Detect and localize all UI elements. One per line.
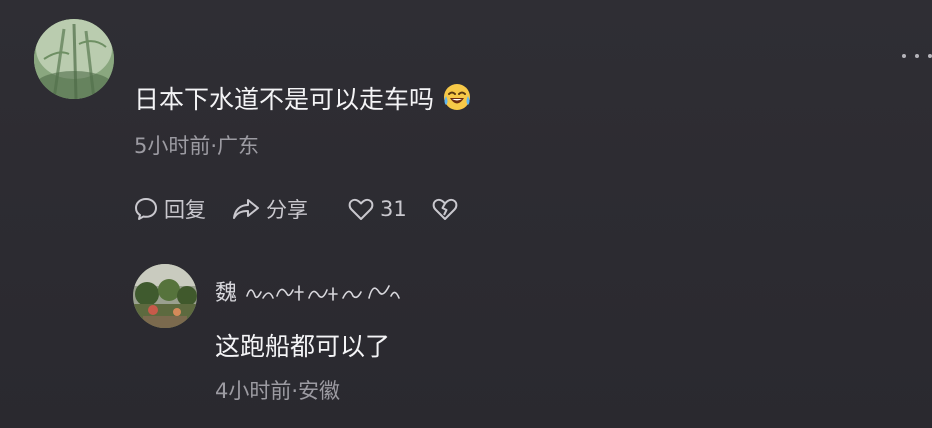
replier-avatar[interactable]: [133, 264, 197, 328]
broken-heart-icon: [432, 198, 458, 220]
reply-body: 这跑船都可以了: [215, 332, 391, 361]
dot: [902, 54, 906, 58]
comment-text: 日本下水道不是可以走车吗: [134, 85, 435, 114]
like-button[interactable]: 31: [347, 196, 431, 222]
dot: [928, 54, 932, 58]
garden-avatar-image: [133, 264, 197, 328]
share-label: 分享: [266, 198, 308, 222]
reply-username-text: 魏: [215, 281, 238, 306]
comment-actions: 回复 分享 31: [133, 192, 459, 226]
share-arrow-icon: [233, 199, 259, 219]
comment-body: 日本下水道不是可以走车吗: [134, 82, 472, 117]
like-count: 31: [380, 197, 407, 221]
comment-bubble-icon: [135, 198, 157, 220]
bamboo-avatar-image: [34, 19, 114, 99]
reply-username[interactable]: 魏: [215, 274, 403, 308]
reply-label: 回复: [164, 198, 206, 222]
dot: [915, 54, 919, 58]
share-button[interactable]: 分享: [231, 194, 347, 224]
comment-screen: 日本下水道不是可以走车吗 5小时前·广东 回复 分享 31 魏 这跑船都可以了 …: [0, 0, 932, 428]
comment-meta: 5小时前·广东: [134, 134, 260, 158]
more-options-icon[interactable]: [902, 50, 932, 62]
reply-meta: 4小时前·安徽: [215, 379, 341, 403]
laughing-tears-emoji-icon: [444, 84, 471, 110]
commenter-avatar[interactable]: [34, 19, 114, 99]
decorative-username-glyphs-icon: [246, 285, 400, 301]
heart-icon: [348, 198, 374, 220]
reply-button[interactable]: 回复: [133, 194, 231, 224]
dislike-button[interactable]: [431, 196, 459, 222]
